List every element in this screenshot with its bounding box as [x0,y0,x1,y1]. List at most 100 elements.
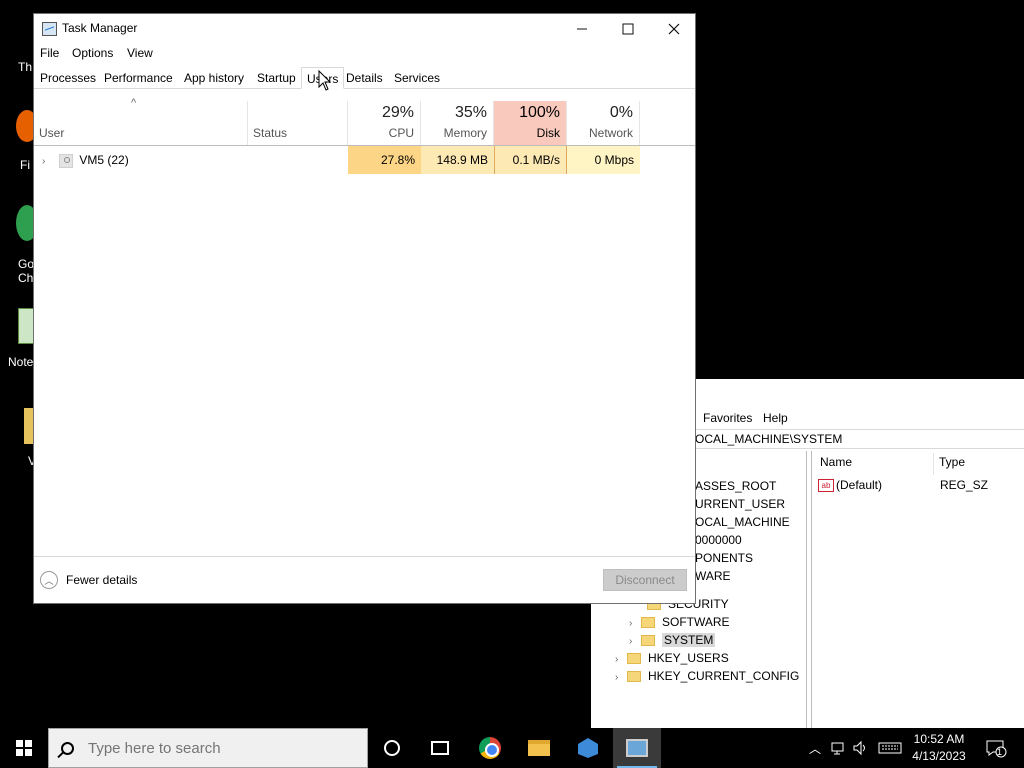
minimize-button[interactable] [559,14,605,44]
cortana-button[interactable] [368,728,416,768]
taskbar-registry-editor[interactable] [564,728,612,768]
user-icon [59,153,74,168]
column-separator [933,453,934,475]
tab-performance[interactable]: Performance [99,67,178,89]
tab-app-history[interactable]: App history [179,67,249,89]
volume-icon[interactable] [852,740,870,756]
task-manager-icon [626,739,648,757]
folder-icon [641,617,655,629]
notifications-button[interactable]: 1 [976,728,1016,768]
menu-options[interactable]: Options [72,46,113,60]
column-percent: 100% [519,104,560,121]
string-value-icon: ab [818,479,834,493]
chevron-right-icon[interactable]: › [42,156,45,167]
network-icon[interactable] [830,740,848,756]
tab-details[interactable]: Details [341,67,388,89]
tree-node-system[interactable]: › SYSTEM [629,631,716,649]
column-percent: 29% [381,104,414,121]
tree-node-label: HKEY_CURRENT_CONFIG [648,669,800,683]
notification-count: 1 [997,747,1003,757]
chevron-up-icon[interactable]: ︿ [806,740,824,757]
desktop-icon-label: Fi [20,158,30,172]
network-cell: 0 Mbps [567,146,640,174]
column-header-name[interactable]: Name [820,455,852,475]
menu-view[interactable]: View [127,46,153,60]
value-type: REG_SZ [940,478,989,492]
tree-node-hkey-current-config[interactable]: › HKEY_CURRENT_CONFIG [615,667,799,685]
file-explorer-icon [528,740,550,756]
tree-node-software[interactable]: › SOFTWARE [629,613,730,631]
clock-time: 10:52 AM [913,732,965,746]
notification-icon [986,740,1007,758]
folder-icon [641,635,655,647]
fewer-details-button[interactable]: ︿ Fewer details [40,571,137,589]
taskbar-clock[interactable]: 10:52 AM 4/13/2023 [905,731,973,765]
maximize-icon [622,23,634,35]
disconnect-button[interactable]: Disconnect [603,569,687,591]
task-view-button[interactable] [416,728,464,768]
column-label: CPU [388,126,414,140]
tab-startup[interactable]: Startup [252,67,301,89]
menu-bar: File Options View [34,44,695,64]
value-name: (Default) [836,478,883,492]
tree-node-label: SYSTEM [662,633,716,647]
search-icon [61,741,74,755]
task-view-icon [431,741,449,755]
folder-icon [627,671,641,683]
column-header-memory[interactable]: 35% Memory [421,101,494,145]
table-row[interactable]: › VM5 (22) 27.8% 148.9 MB 0.1 MB/s 0 Mbps [34,146,695,174]
menu-help[interactable]: Help [763,411,788,425]
minimize-icon [577,28,587,30]
column-header-disk[interactable]: 100% Disk [494,101,567,145]
chrome-icon [479,737,501,759]
keyboard-icon[interactable] [878,740,902,756]
column-header-user[interactable]: ^ User [34,97,248,145]
tree-node[interactable]: OCAL_MACHINE [695,513,790,531]
users-table: ^ User Status 29% CPU 35% Memory 100% Di… [34,97,695,561]
tab-services[interactable]: Services [389,67,445,89]
taskbar-file-explorer[interactable] [515,728,563,768]
taskbar-chrome[interactable] [466,728,514,768]
disk-cell: 0.1 MB/s [494,146,567,174]
tree-node[interactable]: ASSES_ROOT [695,477,776,495]
tree-node-hkey-users[interactable]: › HKEY_USERS [615,649,729,667]
tab-processes[interactable]: Processes [35,67,101,89]
desktop-icon-label: Ch [18,271,34,285]
desktop-icon-label: Th [18,60,33,74]
tree-node[interactable]: 0000000 [695,531,742,549]
task-manager-icon [42,22,57,36]
chevron-right-icon[interactable]: › [615,669,627,687]
tree-node-label: HKEY_USERS [648,651,729,665]
tree-node[interactable]: WARE [695,567,731,585]
column-header-type[interactable]: Type [939,455,965,475]
registry-editor-icon [578,738,598,758]
regedit-values-list[interactable]: Name Type ab (Default) REG_SZ [811,451,1024,728]
fewer-details-label: Fewer details [66,573,138,587]
windows-logo-icon [16,740,32,756]
task-manager-window[interactable]: Task Manager File Options View Processes… [33,13,696,604]
maximize-button[interactable] [605,14,651,44]
taskbar-search[interactable] [48,728,368,768]
title-bar[interactable]: Task Manager [34,14,695,44]
column-header-network[interactable]: 0% Network [567,101,640,145]
column-label: Memory [443,126,487,140]
tree-node[interactable]: PONENTS [695,549,753,567]
tree-node-label: SOFTWARE [662,615,730,629]
taskbar: ︿ 10:52 AM 4/13/2023 1 [0,728,1024,768]
search-input[interactable] [88,739,348,757]
column-header-cpu[interactable]: 29% CPU [348,101,421,145]
tree-node[interactable]: URRENT_USER [695,495,785,513]
user-cell: › VM5 (22) [34,146,129,174]
menu-file[interactable]: File [40,46,59,60]
column-percent: 35% [454,104,487,121]
taskbar-task-manager[interactable] [613,728,661,768]
close-icon [668,23,680,35]
desktop-icon-label: Go [18,257,35,271]
column-label: Network [588,126,633,140]
close-button[interactable] [651,14,697,44]
start-button[interactable] [0,728,48,768]
column-header-status[interactable]: Status [248,101,348,145]
menu-favorites[interactable]: Favorites [703,411,752,425]
value-row[interactable]: ab (Default) [818,477,882,493]
sort-ascending-icon: ^ [131,97,137,109]
